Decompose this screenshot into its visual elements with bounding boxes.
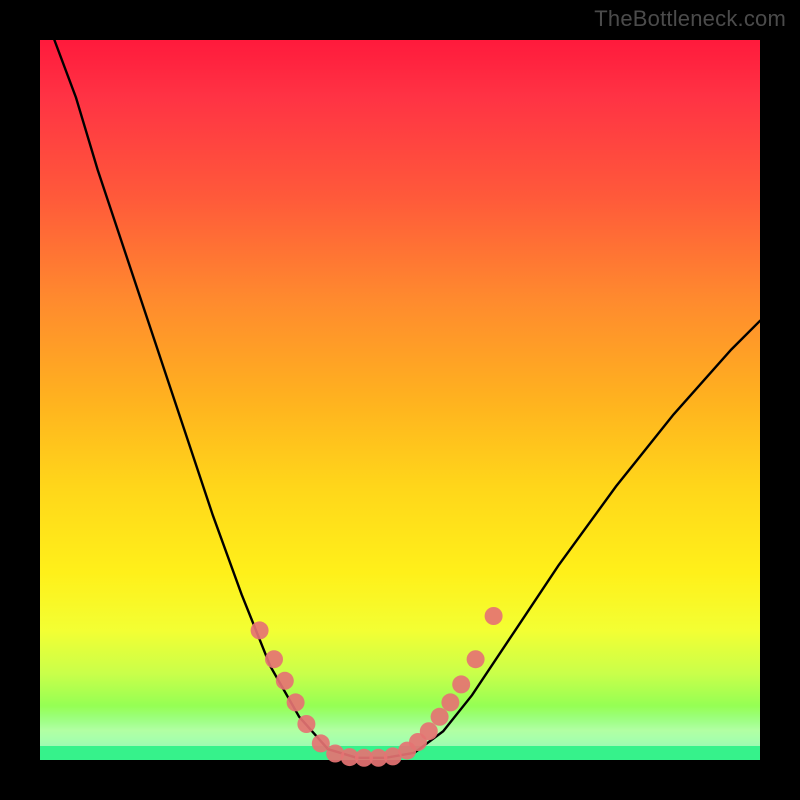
marker-dot (420, 722, 438, 740)
watermark-text: TheBottleneck.com (594, 6, 786, 32)
marker-dot (441, 693, 459, 711)
marker-dot (265, 650, 283, 668)
marker-dot (287, 693, 305, 711)
marker-dot (452, 675, 470, 693)
marker-dot (297, 715, 315, 733)
chart-plot-area (40, 40, 760, 760)
chart-frame: TheBottleneck.com (0, 0, 800, 800)
marker-dot (431, 708, 449, 726)
marker-dot (485, 607, 503, 625)
marker-dot (467, 650, 485, 668)
bottleneck-curve (54, 40, 760, 758)
curve-svg (40, 40, 760, 760)
curve-markers (251, 607, 503, 767)
marker-dot (276, 672, 294, 690)
marker-dot (251, 621, 269, 639)
